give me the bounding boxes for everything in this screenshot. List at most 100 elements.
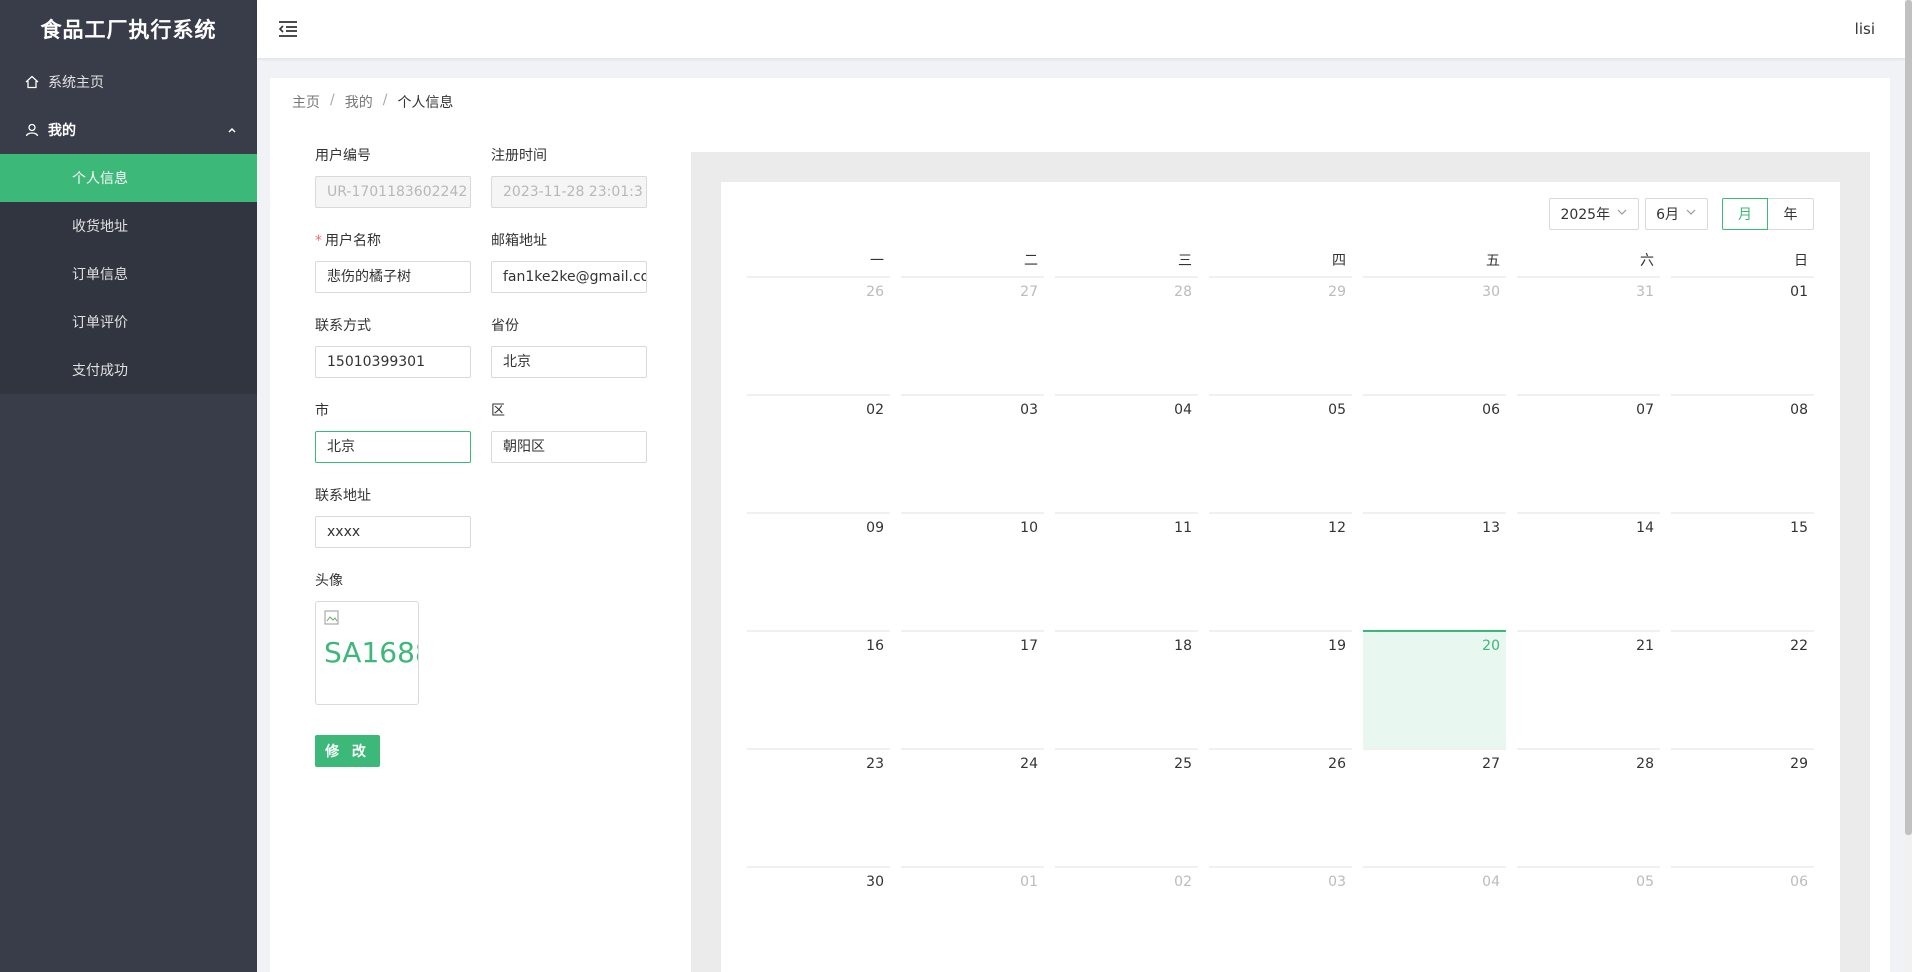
calendar-day[interactable]: 09 [747, 512, 890, 630]
form-province: 省份 北京 [491, 318, 647, 378]
calendar-day[interactable]: 06 [1363, 394, 1506, 512]
calendar-day[interactable]: 19 [1209, 630, 1352, 748]
calendar-day[interactable]: 01 [901, 866, 1044, 972]
sidebar-item-orders[interactable]: 订单信息 [0, 250, 257, 298]
mode-year-button[interactable]: 年 [1768, 198, 1814, 230]
top-header: lisi [257, 0, 1905, 58]
user-icon [24, 122, 40, 138]
calendar-week-row: 09 10 11 12 13 14 15 [747, 512, 1814, 630]
calendar-day[interactable]: 21 [1517, 630, 1660, 748]
username-field[interactable]: 悲伤的橘子树 [315, 261, 471, 293]
sidebar-item-address[interactable]: 收货地址 [0, 202, 257, 250]
submit-button[interactable]: 修 改 [315, 735, 380, 767]
calendar-day[interactable]: 03 [1209, 866, 1352, 972]
calendar-day[interactable]: 25 [1055, 748, 1198, 866]
mode-month-button[interactable]: 月 [1722, 198, 1768, 230]
weekday-label: 六 [1640, 253, 1654, 269]
calendar-day[interactable]: 23 [747, 748, 890, 866]
calendar-day[interactable]: 08 [1671, 394, 1814, 512]
calendar-day[interactable]: 28 [1055, 276, 1198, 394]
sidebar-item-profile[interactable]: 个人信息 [0, 154, 257, 202]
calendar-week-row: 23 24 25 26 27 28 29 [747, 748, 1814, 866]
avatar-upload[interactable]: SA1688 [315, 601, 419, 705]
calendar-day[interactable]: 27 [1363, 748, 1506, 866]
form-email: 邮箱地址 fan1ke2ke@gmail.co [491, 233, 647, 293]
page-scrollbar[interactable] [1905, 0, 1912, 972]
calendar-day-today[interactable]: 20 [1363, 630, 1506, 748]
address-field[interactable]: xxxx [315, 516, 471, 548]
sidebar-group-mine[interactable]: 我的 [0, 106, 257, 154]
calendar-day[interactable]: 07 [1517, 394, 1660, 512]
calendar-day[interactable]: 18 [1055, 630, 1198, 748]
avatar-label: 头像 [315, 573, 343, 589]
calendar-day[interactable]: 22 [1671, 630, 1814, 748]
scrollbar-thumb[interactable] [1905, 0, 1912, 835]
month-select[interactable]: 6月 [1645, 198, 1708, 230]
sidebar-item-reviews[interactable]: 订单评价 [0, 298, 257, 346]
chevron-down-icon [1685, 206, 1697, 222]
calendar-day[interactable]: 05 [1209, 394, 1352, 512]
calendar-day[interactable]: 26 [1209, 748, 1352, 866]
calendar-day[interactable]: 15 [1671, 512, 1814, 630]
weekday-label: 一 [870, 253, 884, 269]
broken-image-icon [324, 610, 340, 626]
calendar-day[interactable]: 01 [1671, 276, 1814, 394]
address-label: 联系地址 [315, 488, 371, 504]
calendar-day[interactable]: 29 [1209, 276, 1352, 394]
province-label: 省份 [491, 318, 519, 334]
weekday-label: 五 [1486, 253, 1500, 269]
breadcrumb-current: 个人信息 [397, 95, 454, 111]
breadcrumb-home[interactable]: 主页 [292, 92, 320, 112]
calendar-day[interactable]: 30 [747, 866, 890, 972]
calendar-day[interactable]: 03 [901, 394, 1044, 512]
calendar-grid: 一二三四五六日 26 27 28 29 30 31 01 02 03 04 05 06 07 08 09 10… [747, 246, 1814, 972]
calendar-day[interactable]: 31 [1517, 276, 1660, 394]
form-reg-time: 注册时间 2023-11-28 23:01:3 [491, 148, 647, 208]
calendar-day[interactable]: 30 [1363, 276, 1506, 394]
calendar-day[interactable]: 26 [747, 276, 890, 394]
district-label: 区 [491, 403, 505, 419]
calendar-day[interactable]: 29 [1671, 748, 1814, 866]
calendar-day[interactable]: 02 [1055, 866, 1198, 972]
calendar-day[interactable]: 02 [747, 394, 890, 512]
city-field[interactable]: 北京 [315, 431, 471, 463]
form-city: 市 北京 [315, 403, 471, 463]
weekday-label: 二 [1024, 253, 1038, 269]
sidebar-group-label: 我的 [48, 123, 76, 139]
breadcrumb-mine[interactable]: 我的 [345, 92, 373, 112]
calendar-day[interactable]: 27 [901, 276, 1044, 394]
calendar-week-row: 16 17 18 19 20 21 22 [747, 630, 1814, 748]
calendar-day[interactable]: 10 [901, 512, 1044, 630]
calendar-day[interactable]: 16 [747, 630, 890, 748]
calendar-day[interactable]: 14 [1517, 512, 1660, 630]
calendar-toolbar: 2025年 6月 月 年 [1549, 198, 1814, 230]
form-phone: 联系方式 15010399301 [315, 318, 471, 378]
province-field[interactable]: 北京 [491, 346, 647, 378]
calendar-day[interactable]: 04 [1363, 866, 1506, 972]
city-label: 市 [315, 403, 329, 419]
breadcrumb-separator: / [382, 92, 388, 108]
phone-field[interactable]: 15010399301 [315, 346, 471, 378]
calendar-panel: 2025年 6月 月 年 一二三四五六日 26 27 28 29 30 31 01 02 03 0… [691, 152, 1870, 972]
sidebar-item-home[interactable]: 系统主页 [0, 58, 257, 106]
calendar-day[interactable]: 13 [1363, 512, 1506, 630]
email-field[interactable]: fan1ke2ke@gmail.co [491, 261, 647, 293]
username-menu[interactable]: lisi [1855, 20, 1875, 38]
weekday-label: 日 [1794, 253, 1808, 269]
chevron-down-icon [1616, 206, 1628, 222]
reg-time-label: 注册时间 [491, 148, 547, 164]
calendar-day[interactable]: 12 [1209, 512, 1352, 630]
sidebar-item-payment-success[interactable]: 支付成功 [0, 346, 257, 394]
calendar-day[interactable]: 11 [1055, 512, 1198, 630]
calendar-day[interactable]: 17 [901, 630, 1044, 748]
calendar-day[interactable]: 06 [1671, 866, 1814, 972]
calendar-day[interactable]: 05 [1517, 866, 1660, 972]
year-select[interactable]: 2025年 [1549, 198, 1640, 230]
calendar-day[interactable]: 24 [901, 748, 1044, 866]
form-avatar: 头像 SA1688 [315, 573, 419, 705]
calendar-day[interactable]: 28 [1517, 748, 1660, 866]
menu-fold-icon[interactable] [277, 18, 299, 40]
district-field[interactable]: 朝阳区 [491, 431, 647, 463]
form-username: * 用户名称 悲伤的橘子树 [315, 233, 471, 293]
calendar-day[interactable]: 04 [1055, 394, 1198, 512]
